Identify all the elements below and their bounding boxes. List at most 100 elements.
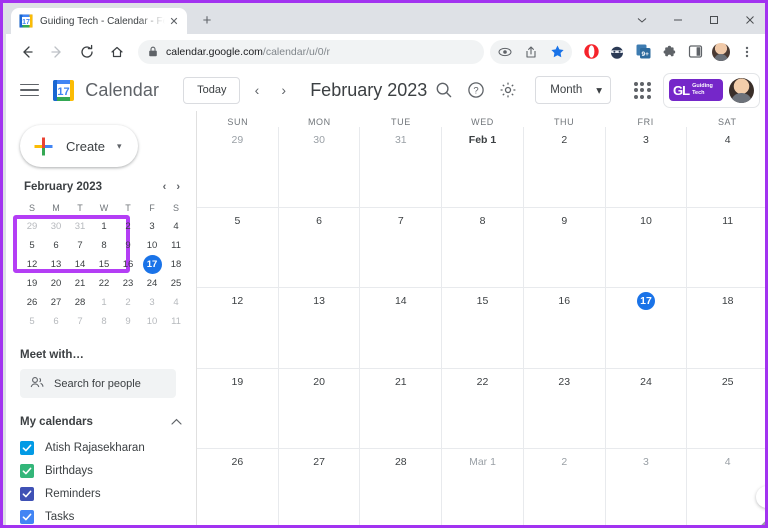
grid-day-cell[interactable]: 13 [277,287,360,368]
grid-day-number[interactable]: 2 [555,131,573,149]
mini-day-cell[interactable]: 9 [116,236,140,255]
browser-tab[interactable]: 17 Guiding Tech - Calendar - Februa ✕ [11,8,187,34]
calendar-checkbox[interactable] [20,509,34,524]
calendar-list-item[interactable]: Reminders [6,482,196,505]
grid-day-number[interactable]: 2 [555,453,573,471]
chevron-down-icon[interactable] [624,6,660,34]
grid-day-number[interactable]: 21 [392,373,410,391]
mini-next-button[interactable]: › [176,181,180,193]
grid-day-cell[interactable]: 8 [441,207,523,288]
mini-day-cell[interactable]: 30 [44,217,68,236]
mini-day-cell[interactable]: 31 [68,217,92,236]
mini-day-cell[interactable]: 6 [44,236,68,255]
grid-day-cell[interactable]: 24 [604,367,687,448]
grid-day-cell[interactable]: 21 [359,367,442,448]
grid-day-cell[interactable]: Feb 1 [441,127,523,208]
mini-day-cell[interactable]: 3 [140,217,164,236]
grid-day-cell[interactable]: 27 [277,447,360,525]
grid-day-cell[interactable]: 20 [277,367,360,448]
profile-avatar-icon[interactable] [708,39,734,65]
calendar-list-item[interactable]: Birthdays [6,459,196,482]
mini-day-cell[interactable]: 11 [164,312,188,331]
today-button[interactable]: Today [183,76,241,104]
grid-day-number[interactable]: 6 [310,212,328,230]
maximize-icon[interactable] [696,6,732,34]
grid-day-number[interactable]: 12 [228,292,246,310]
close-icon[interactable]: ✕ [167,14,181,28]
help-icon[interactable]: ? [461,75,491,105]
mini-day-cell[interactable]: 11 [164,236,188,255]
grid-day-cell[interactable]: 19 [197,367,278,448]
search-icon[interactable] [429,75,459,105]
mini-day-cell[interactable]: 10 [140,236,164,255]
close-window-icon[interactable] [732,6,765,34]
extensions-puzzle-icon[interactable] [656,39,682,65]
grid-day-number[interactable]: 4 [719,131,737,149]
mini-day-cell[interactable]: 24 [140,274,164,293]
grid-day-number[interactable]: 19 [228,373,246,391]
grid-day-cell[interactable]: 25 [686,367,765,448]
grid-day-number[interactable]: 27 [310,453,328,471]
grid-day-cell[interactable]: 22 [441,367,523,448]
grid-day-cell[interactable]: Mar 1 [441,447,523,525]
next-month-button[interactable]: › [273,77,294,103]
mini-day-cell[interactable]: 7 [68,312,92,331]
calendar-list-item[interactable]: Atish Rajasekharan [6,436,196,459]
mini-day-cell[interactable]: 13 [44,255,68,274]
grid-day-number[interactable]: 28 [392,453,410,471]
mini-day-cell[interactable]: 12 [20,255,44,274]
my-calendars-header[interactable]: My calendars [6,416,196,428]
grid-day-cell[interactable]: 31 [359,127,441,208]
grid-day-cell[interactable]: 29 [197,127,278,207]
mini-day-cell[interactable]: 23 [116,274,140,293]
grid-day-number[interactable]: 3 [637,453,655,471]
calendar-checkbox[interactable] [20,463,34,478]
mini-prev-button[interactable]: ‹ [163,181,167,193]
back-icon[interactable] [14,39,40,65]
mini-day-cell[interactable]: 22 [92,274,116,293]
mini-day-cell[interactable]: 5 [20,312,44,331]
mini-day-cell[interactable]: 16 [116,255,140,274]
grid-day-number[interactable]: 31 [392,131,410,149]
grid-day-cell[interactable]: 14 [359,287,442,368]
mini-day-cell[interactable]: 28 [68,293,92,312]
grid-day-number[interactable]: 18 [719,292,737,310]
apps-grid-icon[interactable] [629,77,655,103]
mini-day-cell[interactable]: 1 [92,217,116,236]
calendar-checkbox[interactable] [20,440,34,455]
opera-extension-icon[interactable] [578,39,604,65]
calendar-checkbox[interactable] [20,486,34,501]
more-menu-icon[interactable] [734,39,760,65]
grid-day-cell[interactable]: 4 [686,127,765,208]
mini-day-cell[interactable]: 18 [164,255,188,274]
grid-day-cell[interactable]: 9 [522,207,605,288]
grid-day-number[interactable]: 22 [474,373,492,391]
create-button[interactable]: Create ▾ [20,125,138,167]
grid-day-number[interactable]: Mar 1 [467,453,498,471]
mini-day-cell[interactable]: 26 [20,293,44,312]
mini-day-cell[interactable]: 25 [164,274,188,293]
screen-capture-icon[interactable]: 9+ [630,39,656,65]
grid-day-cell[interactable]: 12 [197,287,278,367]
reload-icon[interactable] [74,39,100,65]
grid-day-cell[interactable]: 5 [197,207,278,287]
mini-day-cell[interactable]: 10 [140,312,164,331]
calendar-list-item[interactable]: Tasks [6,505,196,525]
grid-day-number[interactable]: 30 [310,131,328,149]
gear-icon[interactable] [493,75,523,105]
mini-day-cell[interactable]: 17 [140,255,164,274]
grid-day-cell[interactable]: 3 [604,127,687,208]
mini-day-cell[interactable]: 1 [92,293,116,312]
account-box[interactable]: GL Guiding Tech [663,72,761,108]
site-info-icon[interactable] [492,39,518,65]
grid-day-cell[interactable]: 26 [197,447,278,525]
grid-day-number[interactable]: 4 [719,453,737,471]
mini-day-cell[interactable]: 3 [140,293,164,312]
grid-day-number[interactable]: 11 [719,212,737,230]
grid-day-cell[interactable]: 2 [522,127,605,208]
grid-day-number[interactable]: 5 [228,212,246,230]
grid-day-number[interactable]: 8 [474,212,492,230]
grid-day-cell[interactable]: 18 [686,287,765,368]
new-tab-button[interactable]: + [194,7,220,33]
mini-day-cell[interactable]: 7 [68,236,92,255]
